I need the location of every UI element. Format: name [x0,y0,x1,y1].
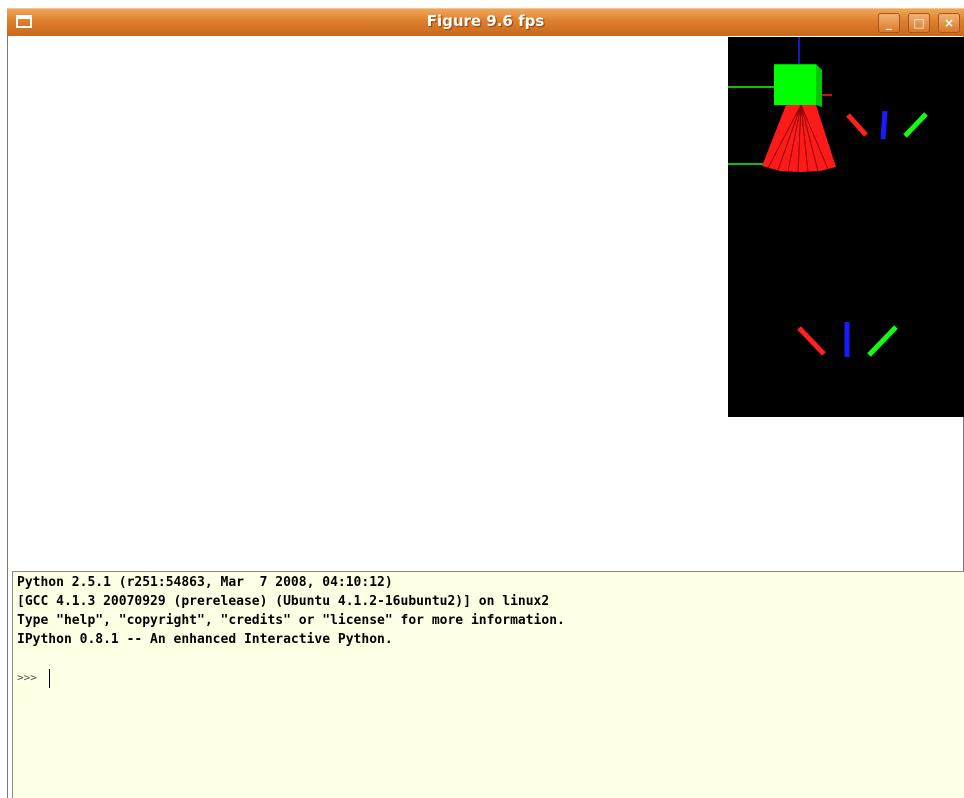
console-output-line: IPython 0.8.1 -- An enhanced Interactive… [17,632,393,647]
axis-triad-top [846,110,928,140]
minimize-button[interactable]: _ [878,13,900,33]
console-output-line: Type "help", "copyright", "credits" or "… [17,613,565,628]
console-prompt: >>> [17,671,37,684]
3d-scene-viewport[interactable] [728,37,964,417]
green-cube [774,64,832,107]
red-cone [762,104,836,173]
python-console[interactable]: Python 2.5.1 (r251:54863, Mar 7 2008, 04… [12,571,964,798]
window-title: Figure 9.6 fps [426,12,545,30]
window-titlebar[interactable]: Figure 9.6 fps _ □ × [7,8,964,36]
console-output-line: [GCC 4.1.3 20070929 (prerelease) (Ubuntu… [17,594,550,609]
console-output-line: Python 2.5.1 (r251:54863, Mar 7 2008, 04… [17,575,393,590]
close-button[interactable]: × [938,13,960,33]
text-cursor[interactable] [49,669,50,688]
maximize-button[interactable]: □ [908,13,930,33]
axis-triad-bottom [797,322,898,357]
3d-scene [728,37,928,357]
